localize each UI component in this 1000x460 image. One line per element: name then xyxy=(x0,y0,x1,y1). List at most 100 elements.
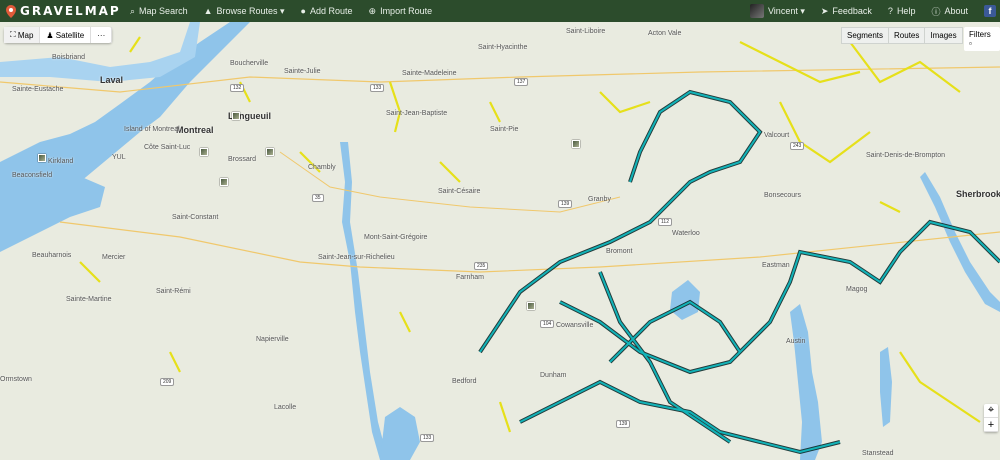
place-label: YUL xyxy=(112,154,126,161)
nav-import-route[interactable]: ⊕ Import Route xyxy=(369,6,433,17)
route-photo-thumb[interactable] xyxy=(266,148,274,156)
filters-button[interactable]: Filters ▫ xyxy=(964,27,1000,51)
layer-toggle-control: Segments Routes Images xyxy=(841,27,963,44)
map-layer xyxy=(0,22,1000,460)
place-label: Brossard xyxy=(228,156,257,163)
place-label: Valcourt xyxy=(764,132,790,139)
route-photo-thumb[interactable] xyxy=(232,112,240,120)
avatar xyxy=(749,4,764,18)
route-photo-thumb[interactable] xyxy=(220,178,228,186)
layer-images-button[interactable]: Images xyxy=(924,27,963,44)
place-label: Saint-Césaire xyxy=(438,188,481,195)
lake-brome xyxy=(670,280,700,320)
route-shield: 112 xyxy=(658,218,672,226)
plus-circle-icon: ⊕ xyxy=(368,5,377,16)
question-icon: ? xyxy=(887,6,893,16)
route-shield: 139 xyxy=(616,420,631,428)
place-label: Montreal xyxy=(176,125,214,135)
place-label: Boucherville xyxy=(230,60,269,67)
place-label: Sainte-Madeleine xyxy=(402,70,457,77)
zoom-in-button[interactable]: + xyxy=(984,418,998,432)
route-shield: 132 xyxy=(230,84,245,92)
place-label: Saint-Jean-sur-Richelieu xyxy=(318,254,395,261)
place-label: Mont-Saint-Grégoire xyxy=(364,234,428,241)
place-label: Farnham xyxy=(456,274,485,281)
route-shield: 209 xyxy=(160,378,175,386)
route-shield: 35 xyxy=(312,194,324,202)
richelieu-river xyxy=(340,142,388,460)
place-label: Island of Montreal xyxy=(124,126,180,133)
nav-browse-routes[interactable]: ▲ Browse Routes ▾ xyxy=(204,6,285,17)
nav-map-search[interactable]: ⌕ Map Search xyxy=(130,6,188,17)
place-label: Bedford xyxy=(452,378,477,385)
place-label: Kirkland xyxy=(48,158,74,165)
lake-memphremagog xyxy=(790,304,822,460)
place-label: Beaconsfield xyxy=(12,172,53,179)
route-shield: 133 xyxy=(370,84,385,92)
zoom-control: ⌖ + xyxy=(984,404,998,432)
nav-help-label: Help xyxy=(896,6,916,16)
place-label: Acton Vale xyxy=(648,30,682,37)
place-label: Mercier xyxy=(102,254,126,261)
route-shield: 137 xyxy=(514,78,529,86)
route-photo-thumb[interactable] xyxy=(200,148,208,156)
route-photo-thumb[interactable] xyxy=(572,140,580,148)
route-shield: 243 xyxy=(790,142,805,150)
logo[interactable]: GRAVELMAP xyxy=(0,4,130,18)
place-label: Saint-Liboire xyxy=(566,28,606,35)
route-photo-thumb[interactable] xyxy=(38,154,46,162)
place-label: Waterloo xyxy=(672,230,700,237)
nav-help[interactable]: ? Help xyxy=(888,6,916,16)
layer-segments-button[interactable]: Segments xyxy=(841,27,890,44)
map-more-button[interactable]: ··· xyxy=(91,27,113,43)
place-label: Sherbrooke xyxy=(956,189,1000,199)
route-shield: 139 xyxy=(558,200,573,208)
place-label: Dunham xyxy=(540,372,567,379)
logo-text: GRAVELMAP xyxy=(20,4,121,18)
pin-icon: ● xyxy=(300,6,306,16)
search-icon: ⌕ xyxy=(130,5,136,16)
place-label: Ormstown xyxy=(0,376,32,383)
locate-icon[interactable]: ⌖ xyxy=(984,404,998,418)
place-label: Sainte-Eustache xyxy=(12,86,64,93)
map-type-map-button[interactable]: ⛶ Map xyxy=(4,27,41,43)
place-label: Granby xyxy=(588,196,611,203)
route-shield: 133 xyxy=(420,434,435,442)
place-label: Eastman xyxy=(762,262,790,269)
place-label: Stanstead xyxy=(862,450,894,457)
nav-feedback[interactable]: ➤ Feedback xyxy=(821,6,872,17)
place-label: Sainte-Julie xyxy=(284,68,321,75)
route-shield: 235 xyxy=(474,262,489,270)
lake-champlain xyxy=(380,407,420,460)
nav-about-label: About xyxy=(944,6,968,16)
place-label: Chambly xyxy=(308,164,336,171)
map-icon: ⛶ xyxy=(10,30,18,39)
route-network xyxy=(478,89,1000,455)
layer-routes-button[interactable]: Routes xyxy=(888,27,926,44)
route-shield: 104 xyxy=(540,320,555,328)
road-icon: ▲ xyxy=(203,6,213,16)
megaphone-icon: ➤ xyxy=(820,5,829,16)
place-label: Beauharnois xyxy=(32,252,72,259)
place-label: Bromont xyxy=(606,248,633,255)
place-label: Austin xyxy=(786,338,806,345)
facebook-icon[interactable]: f xyxy=(984,5,996,17)
place-label: Bonsecours xyxy=(764,192,801,199)
map-type-control: ⛶ Map ♟ Satellite ··· xyxy=(4,27,113,43)
map-pin-logo-icon xyxy=(6,4,16,18)
map-type-satellite-label: Satellite xyxy=(55,30,85,40)
nav-feedback-label: Feedback xyxy=(832,6,872,16)
user-menu[interactable]: Vincent ▾ xyxy=(749,4,805,18)
place-label: Saint-Hyacinthe xyxy=(478,44,528,51)
map-type-satellite-button[interactable]: ♟ Satellite xyxy=(40,27,92,43)
route-photo-thumb[interactable] xyxy=(527,302,535,310)
nav-browse-routes-label: Browse Routes ▾ xyxy=(216,5,285,16)
place-label: Saint-Pie xyxy=(490,126,519,133)
satellite-icon: ♟ xyxy=(46,30,56,40)
gravel-segments xyxy=(79,36,981,433)
lac-saint-louis xyxy=(0,172,105,252)
nav-about[interactable]: ⓘ About xyxy=(931,5,968,18)
nav-add-route[interactable]: ● Add Route xyxy=(301,6,353,16)
map-canvas[interactable]: Laval Boisbriand Sainte-Eustache Montrea… xyxy=(0,22,1000,460)
place-label: Magog xyxy=(846,286,868,293)
